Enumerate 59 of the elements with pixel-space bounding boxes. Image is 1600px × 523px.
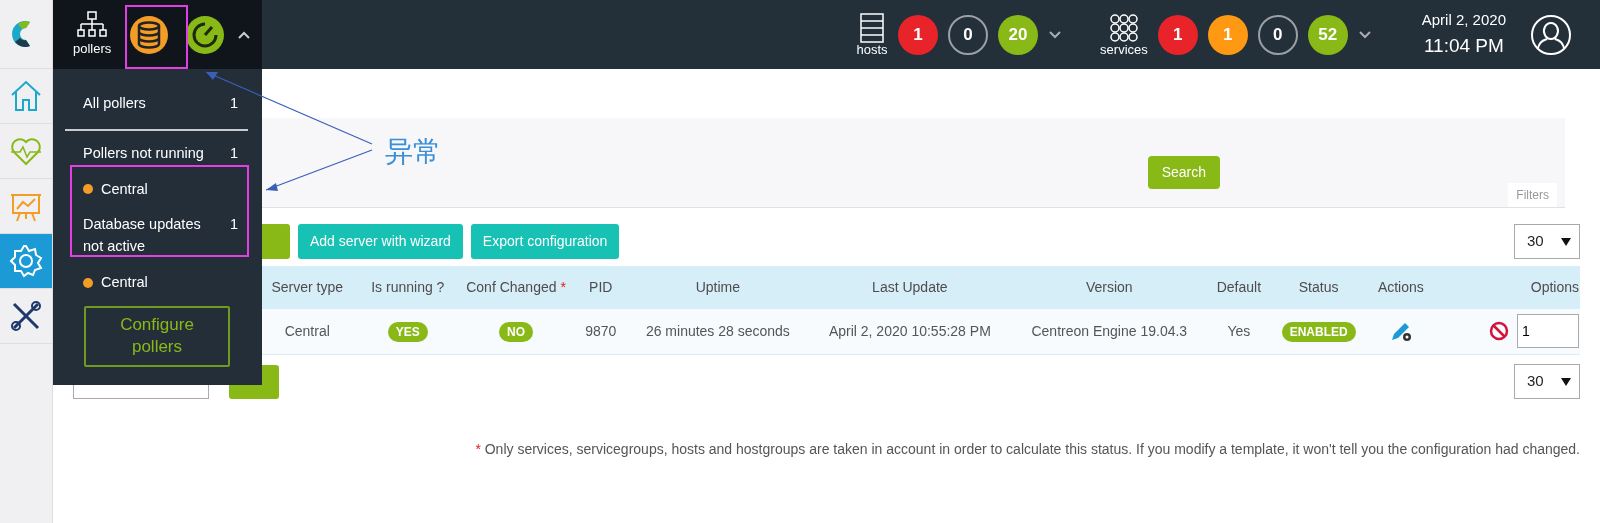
column-header: Status <box>1298 279 1339 295</box>
gauge-icon[interactable] <box>185 14 226 55</box>
date-text: April 2, 2020 <box>1421 10 1506 30</box>
required-mark: * <box>560 279 566 295</box>
table-cell: Yes <box>1227 322 1251 339</box>
count-badge[interactable]: 0 <box>1257 14 1298 55</box>
dropdown-arrow-icon <box>1561 377 1571 386</box>
time-text: 11:04 PM <box>1423 33 1504 58</box>
count-badge[interactable]: 1 <box>898 14 939 55</box>
footnote-text: Only services, servicegroups, hosts and hostgroups are taken in account in order to calculate this status. If you modify a template, it won't tell you the configuration had changed. <box>484 440 1580 457</box>
label-text: hosts <box>856 43 888 56</box>
database-icon[interactable] <box>129 14 170 55</box>
highlight-frame <box>125 5 188 69</box>
status-pill: NO <box>499 321 534 342</box>
hierarchy-icon[interactable] <box>77 10 108 39</box>
column-header: Actions <box>1377 279 1424 295</box>
chevron-down-icon[interactable] <box>1048 29 1063 40</box>
count-text: 1 <box>229 94 238 113</box>
poller-name[interactable]: Central <box>101 178 148 201</box>
configure-button[interactable]: Configure pollers <box>84 305 230 368</box>
table-cell: Central <box>284 322 330 339</box>
column-header: Default <box>1216 279 1262 295</box>
table-cell: Centreon Engine 19.04.3 <box>1031 322 1188 339</box>
column-header: Server type <box>271 279 343 295</box>
page-size-select[interactable]: 30 <box>1514 224 1580 259</box>
column-header: Version <box>1085 279 1133 295</box>
table-cell: April 2, 2020 10:55:28 PM <box>828 322 991 339</box>
column-header: Is running ? <box>371 279 445 295</box>
settings-icon <box>8 243 44 279</box>
grid-icon[interactable] <box>1107 13 1140 43</box>
column-header: Last Update <box>872 279 948 295</box>
tools-icon <box>8 298 44 334</box>
label-text: pollers <box>73 39 112 58</box>
status-pill: ENABLED <box>1281 321 1356 342</box>
column-header: Uptime <box>695 279 741 295</box>
count-text: 1 <box>229 143 238 163</box>
required-mark: * <box>475 440 481 457</box>
dropdown-arrow-icon <box>1561 237 1571 246</box>
count-text: 1 <box>229 215 238 235</box>
disable-icon[interactable] <box>1489 321 1509 342</box>
count-badge[interactable]: 0 <box>948 14 989 55</box>
status-pill: YES <box>387 321 428 342</box>
chevron-down-icon[interactable] <box>1357 29 1372 40</box>
menu-item-label[interactable]: Database updates not active <box>83 214 213 258</box>
column-header: Options <box>1530 279 1579 295</box>
poller-name[interactable]: Central <box>101 271 148 294</box>
menu-item-label[interactable]: Pollers not running <box>83 142 204 165</box>
label-text: services <box>1100 43 1148 56</box>
number-input[interactable]: 1 <box>1517 314 1579 349</box>
page-size-select[interactable]: 30 <box>1514 364 1580 399</box>
menu-item-label[interactable]: All pollers <box>83 93 146 115</box>
count-badge[interactable]: 1 <box>1157 14 1198 55</box>
column-header: PID <box>589 279 613 295</box>
table-cell: 9870 <box>585 322 617 339</box>
table-cell: 26 minutes 28 seconds <box>645 322 790 339</box>
annotation-text: 异常 <box>385 135 441 169</box>
user-icon[interactable] <box>1530 13 1572 56</box>
chevron-up-icon[interactable] <box>237 29 252 40</box>
column-header: Conf Changed <box>466 279 557 295</box>
